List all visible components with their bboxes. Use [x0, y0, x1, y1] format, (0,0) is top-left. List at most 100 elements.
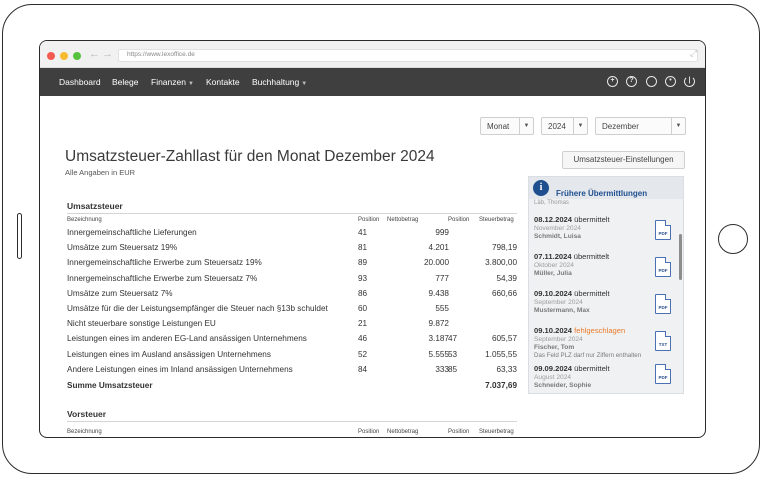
window-maximize-icon[interactable]	[73, 52, 81, 60]
pdf-file-icon[interactable]: PDF	[655, 257, 671, 277]
row-tax-amount: 605,57	[491, 334, 517, 344]
window-close-icon[interactable]	[47, 52, 55, 60]
gear-icon[interactable]: •	[665, 76, 676, 87]
page-title: Umsatzsteuer-Zahllast für den Monat Deze…	[65, 148, 435, 165]
table-row: Innergemeinschaftliche Erwerbe zum Steue…	[67, 258, 517, 273]
help-icon[interactable]: ?	[626, 76, 637, 87]
row-position-tax: 53	[448, 349, 458, 359]
nav-item-kontakte[interactable]: Kontakte	[206, 77, 240, 87]
txt-file-icon[interactable]: TXT	[655, 331, 671, 351]
submission-person: Schmidt, Luisa	[534, 233, 581, 240]
submission-person: Müller, Julia	[534, 270, 572, 277]
nav-item-belege[interactable]: Belege	[112, 77, 138, 87]
column-header-description: Bezeichnung	[67, 429, 102, 435]
submission-date: 09.09.2024	[534, 364, 573, 373]
table-row: Umsätze zum Steuersatz 19% 81 4.201 798,19	[67, 243, 517, 258]
submission-date-line: 09.09.2024 übermittelt	[534, 364, 610, 373]
page-subtitle: Alle Angaben in EUR	[65, 168, 136, 177]
row-tax-amount: 660,66	[491, 288, 517, 298]
browser-toolbar: ← → https://www.lexoffice.de ⤢	[40, 41, 705, 68]
row-tax-amount: 63,33	[496, 364, 518, 374]
submission-period: November 2024	[534, 225, 581, 232]
address-bar[interactable]: https://www.lexoffice.de	[118, 49, 698, 62]
fullscreen-icon[interactable]: ⤢	[690, 48, 697, 59]
row-position-tax: 47	[448, 334, 458, 344]
panel-title: Frühere Übermittlungen	[556, 189, 648, 198]
submission-date: 09.10.2024	[534, 289, 573, 298]
file-type-label: TXT	[658, 342, 668, 347]
row-tax-amount: 798,19	[491, 243, 517, 253]
chevron-down-icon: ▼	[187, 81, 194, 87]
submission-person: Mustermann, Max	[534, 307, 590, 314]
submission-item[interactable]: 09.10.2024 übermittelt September 2024 Must…	[529, 289, 679, 323]
table-row: Umsätze für die der Leistungsempfänger d…	[67, 304, 517, 319]
tablet-side-button	[17, 213, 22, 259]
nav-item-finanzen-label: Finanzen	[151, 77, 186, 87]
column-header-position: Position	[448, 217, 470, 223]
period-type-value: Monat	[487, 122, 510, 131]
submission-item[interactable]: 09.10.2024 fehlgeschlagen September 2024 F…	[529, 326, 679, 360]
row-position: 46	[358, 334, 368, 344]
row-net-amount: 333	[435, 364, 449, 374]
row-label: Umsätze zum Steuersatz 7%	[67, 288, 173, 298]
row-position: 89	[358, 258, 368, 268]
table-row: Innergemeinschaftliche Lieferungen 41 999	[67, 228, 517, 243]
previous-submissions-panel: i Frühere Übermittlungen Läb, Thomas 08.…	[528, 176, 684, 394]
submission-period: Oktober 2024	[534, 262, 574, 269]
submission-period: August 2024	[534, 374, 572, 381]
submission-person: Fischer, Tom	[534, 344, 575, 351]
table-row: Leistungen eines im anderen EG-Land ansä…	[67, 334, 517, 349]
file-type-label: PDF	[658, 231, 668, 236]
chevron-down-icon: ▼	[573, 118, 587, 134]
submission-error: Das Feld PLZ darf nur Ziffern enthalten	[534, 352, 642, 359]
nav-item-buchhaltung[interactable]: Buchhaltung ▼	[252, 77, 307, 87]
row-position: 81	[358, 243, 368, 253]
panel-header: i Frühere Übermittlungen	[529, 177, 683, 199]
power-icon[interactable]: |	[684, 76, 695, 87]
row-label: Umsätze zum Steuersatz 19%	[67, 243, 178, 253]
row-net-amount: 20.000	[423, 258, 449, 268]
search-icon[interactable]	[646, 76, 657, 87]
submission-date-line: 09.10.2024 fehlgeschlagen	[534, 326, 625, 335]
chevron-down-icon: ▼	[301, 81, 308, 87]
panel-scrollbar[interactable]	[679, 234, 682, 280]
year-select[interactable]: 2024 ▼	[541, 117, 588, 135]
window-minimize-icon[interactable]	[60, 52, 68, 60]
chevron-down-icon: ▼	[671, 118, 685, 134]
month-select[interactable]: Dezember ▼	[595, 117, 686, 135]
pdf-file-icon[interactable]: PDF	[655, 220, 671, 240]
forward-arrow-icon[interactable]: →	[102, 48, 113, 60]
pdf-file-icon[interactable]: PDF	[655, 294, 671, 314]
section-divider	[67, 213, 517, 214]
row-tax-amount: 54,39	[496, 273, 518, 283]
submission-item[interactable]: 07.11.2024 übermittelt Oktober 2024 Müller…	[529, 252, 679, 286]
pdf-file-icon[interactable]: PDF	[655, 364, 671, 384]
nav-item-dashboard[interactable]: Dashboard	[59, 77, 101, 87]
row-label: Nicht steuerbare sonstige Leistungen EU	[67, 319, 216, 329]
plus-circle-icon[interactable]: +	[607, 76, 618, 87]
submission-status: übermittelt	[573, 252, 610, 261]
row-position: 41	[358, 228, 368, 237]
table-row: Leistungen eines im Ausland ansässigen U…	[67, 350, 517, 365]
table-row: Nicht steuerbare sonstige Leistungen EU 2…	[67, 319, 517, 334]
nav-item-finanzen[interactable]: Finanzen ▼	[151, 77, 194, 87]
column-header-position: Position	[448, 429, 470, 435]
submission-status: übermittelt	[574, 364, 610, 373]
submission-date-line: 07.11.2024 übermittelt	[534, 252, 609, 261]
period-type-select[interactable]: Monat ▼	[480, 117, 534, 135]
submission-item[interactable]: 08.12.2024 übermittelt November 2024 Schmi…	[529, 215, 679, 249]
row-net-amount: 3.187	[428, 334, 450, 344]
submission-date: 08.12.2024	[534, 215, 573, 224]
row-label: Umsätze für die der Leistungsempfänger d…	[67, 304, 328, 313]
tablet-mockup: ← → https://www.lexoffice.de ⤢ Dashboard…	[0, 0, 763, 477]
main-navigation: Dashboard Belege Finanzen ▼ Kontakte Buch…	[40, 68, 705, 96]
chevron-down-icon: ▼	[519, 118, 533, 134]
submission-item[interactable]: 09.09.2024 übermittelt August 2024 Schneid…	[529, 364, 679, 393]
year-value: 2024	[548, 122, 566, 131]
vat-settings-button[interactable]: Umsatzsteuer-Einstellungen	[562, 151, 685, 169]
back-arrow-icon[interactable]: ←	[89, 48, 100, 60]
row-position: 93	[358, 273, 368, 283]
row-tax-amount: 3.800,00	[485, 258, 517, 268]
file-type-label: PDF	[658, 375, 668, 380]
scrolled-entry-fragment: Läb, Thomas	[534, 200, 569, 206]
